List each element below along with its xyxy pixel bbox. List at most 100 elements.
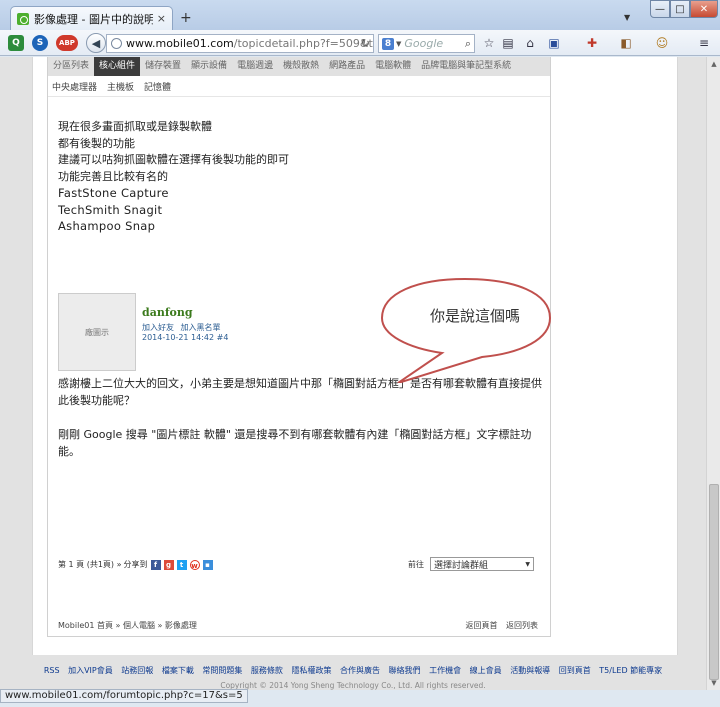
subnav-item[interactable]: 主機板 [107,80,134,93]
addon-plus-icon[interactable]: ✚ [584,35,600,51]
bookmark-star-icon[interactable]: ☆ [481,35,497,51]
globe-icon [111,38,122,49]
footer-link[interactable]: 常問問題集 [202,666,242,675]
pager-bar: 第 1 頁 (共1頁) » 分享到 f g t w ▪ 前往 選擇討論群組 ▼ [58,557,544,573]
addon-face-icon[interactable]: ☺ [654,35,670,51]
footer-link[interactable]: T5/LED 節能專家 [599,666,662,675]
footer-link[interactable]: 加入VIP會員 [68,666,113,675]
scroll-up-icon[interactable]: ▲ [707,57,720,71]
add-blacklist-link[interactable]: 加入黑名單 [181,323,221,332]
footer-link[interactable]: RSS [44,666,60,675]
breadcrumb[interactable]: Mobile01 首頁 » 個人電腦 » 影像處理 [58,620,197,631]
reload-icon[interactable]: ↻ [361,37,370,50]
scrollbar-thumb[interactable] [709,484,719,680]
software-name: FastStone Capture [58,186,169,200]
page-viewport: 分區列表 核心組件 儲存裝置 顯示設備 電腦週邊 機殼散熱 網路產品 電腦軟體 … [0,57,706,690]
footer-link[interactable]: 服務條款 [251,666,283,675]
url-host: www.mobile01.com [126,37,234,50]
footer-link[interactable]: 合作與廣告 [340,666,380,675]
url-path: /topicdetail.php?f=509&t=41... [233,37,373,50]
tab-list-icon[interactable]: ▼ [624,13,630,22]
back-links: 返回頁首 返回列表 [459,620,538,631]
site-favicon-icon [17,12,29,25]
google-plus-icon[interactable]: g [163,559,174,570]
catnav-item[interactable]: 儲存裝置 [140,57,186,76]
search-bar[interactable]: 8 ▼ Google ⌕ [378,34,475,53]
catnav-item[interactable]: 分區列表 [48,57,94,76]
footer-links: RSS 加入VIP會員 站務回報 檔案下載 常問問題集 服務條款 隱私權政策 合… [0,665,706,676]
footer-link[interactable]: 工作機會 [429,666,461,675]
footer-link[interactable]: 聯絡我們 [389,666,421,675]
weibo-icon[interactable]: w [189,559,200,570]
menu-icon[interactable]: ≡ [696,35,712,51]
footer-link[interactable]: 線上會員 [470,666,502,675]
share-other-icon[interactable]: ▪ [202,559,213,570]
add-friend-link[interactable]: 加入好友 [142,323,174,332]
pager-left: 第 1 頁 (共1頁) » 分享到 f g t w ▪ [58,559,213,570]
forum-select-value: 選擇討論群組 [434,560,489,571]
search-icon[interactable]: ⌕ [465,37,471,51]
save-icon[interactable]: ▣ [546,35,562,51]
avatar[interactable]: 廠圖示 [58,293,136,371]
browser-tab[interactable]: 影像處理 - 圖片中的說明解... × [10,6,173,30]
back-to-top-link[interactable]: 返回頁首 [465,621,497,630]
addon-puzzle-icon[interactable]: ◧ [618,35,634,51]
home-icon[interactable]: ⌂ [522,35,538,51]
goto-label: 前往 [408,559,424,569]
vertical-scrollbar[interactable]: ▲ ▼ [706,57,720,690]
subnav-item[interactable]: 中央處理器 [52,80,97,93]
avatar-label: 廠圖示 [85,327,109,337]
chevron-down-icon[interactable]: ▼ [396,40,401,48]
addon-abp-icon[interactable]: ABP [56,35,78,51]
catnav-item[interactable]: 電腦週邊 [232,57,278,76]
catnav-item[interactable]: 電腦軟體 [370,57,416,76]
author-name[interactable]: danfong [142,306,193,319]
footer-link[interactable]: 隱私權政策 [291,666,331,675]
minimize-button[interactable]: — [650,0,670,18]
category-nav: 分區列表 核心組件 儲存裝置 顯示設備 電腦週邊 機殼散熱 網路產品 電腦軟體 … [48,57,550,76]
catnav-item-active[interactable]: 核心組件 [94,57,141,76]
forum-select[interactable]: 選擇討論群組 ▼ [430,557,534,571]
footer-link[interactable]: 檔案下載 [162,666,194,675]
catnav-item[interactable]: 品牌電腦與筆記型系統 [416,57,516,76]
subnav-item[interactable]: 記憶體 [144,80,171,93]
title-bar: 影像處理 - 圖片中的說明解... × + ▼ — □ ✕ [0,0,720,30]
pager-right: 前往 選擇討論群組 ▼ [408,557,534,571]
url-bar[interactable]: www.mobile01.com/topicdetail.php?f=509&t… [106,34,374,53]
post-body: 現在很多畫面抓取或是錄製軟體 都有後製的功能 建議可以咕狗抓圖軟體在選擇有後製功… [58,119,289,235]
share-label: 分享到 [123,560,148,569]
facebook-icon[interactable]: f [150,559,161,570]
new-tab-button[interactable]: + [180,10,192,26]
catnav-item[interactable]: 顯示設備 [186,57,232,76]
callout-shape [380,277,552,384]
maximize-button[interactable]: □ [670,0,690,18]
footer-link[interactable]: 活動與報導 [510,666,550,675]
google-icon: 8 [382,37,394,50]
scroll-down-icon[interactable]: ▼ [707,676,720,690]
back-button[interactable]: ◀ [86,33,106,53]
reply-paragraph: 剛剛 Google 搜尋 "圖片標註 軟體" 還是搜尋不到有哪套軟體有內建「橢圓… [58,428,532,458]
twitter-icon[interactable]: t [176,559,187,570]
footer-link[interactable]: 回到頁首 [559,666,591,675]
bookmarks-list-icon[interactable]: ▤ [500,35,516,51]
addon-q-icon[interactable]: Q [8,35,24,51]
tab-close-icon[interactable]: × [157,12,166,25]
back-to-list-link[interactable]: 返回列表 [506,621,538,630]
search-placeholder: Google [404,37,444,50]
tab-title: 影像處理 - 圖片中的說明解... [34,12,153,26]
catnav-item[interactable]: 網路產品 [324,57,370,76]
post-line: 都有後製的功能 [58,136,135,150]
status-bar: www.mobile01.com/forumtopic.php?c=17&s=5 [0,689,248,703]
close-window-button[interactable]: ✕ [690,0,718,18]
post-line: 功能完善且比較有名的 [58,169,168,183]
footer-link[interactable]: 站務回報 [121,666,153,675]
post-meta: 2014-10-21 14:42 #4 [142,333,229,342]
software-name: TechSmith Snagit [58,202,163,217]
post-line: 建議可以咕狗抓圖軟體在選擇有後製功能的即可 [58,153,289,166]
catnav-item[interactable]: 機殼散熱 [278,57,324,76]
callout-bubble: 你是說這個嗎 [370,273,560,384]
addon-s-icon[interactable]: S [32,35,48,51]
reply-body: 感謝樓上二位大大的回文，小弟主要是想知道圖片中那「橢圓對話方框」是否有哪套軟體有… [58,375,544,477]
chevron-down-icon: ▼ [525,560,530,568]
post-line: 現在很多畫面抓取或是錄製軟體 [58,120,212,133]
